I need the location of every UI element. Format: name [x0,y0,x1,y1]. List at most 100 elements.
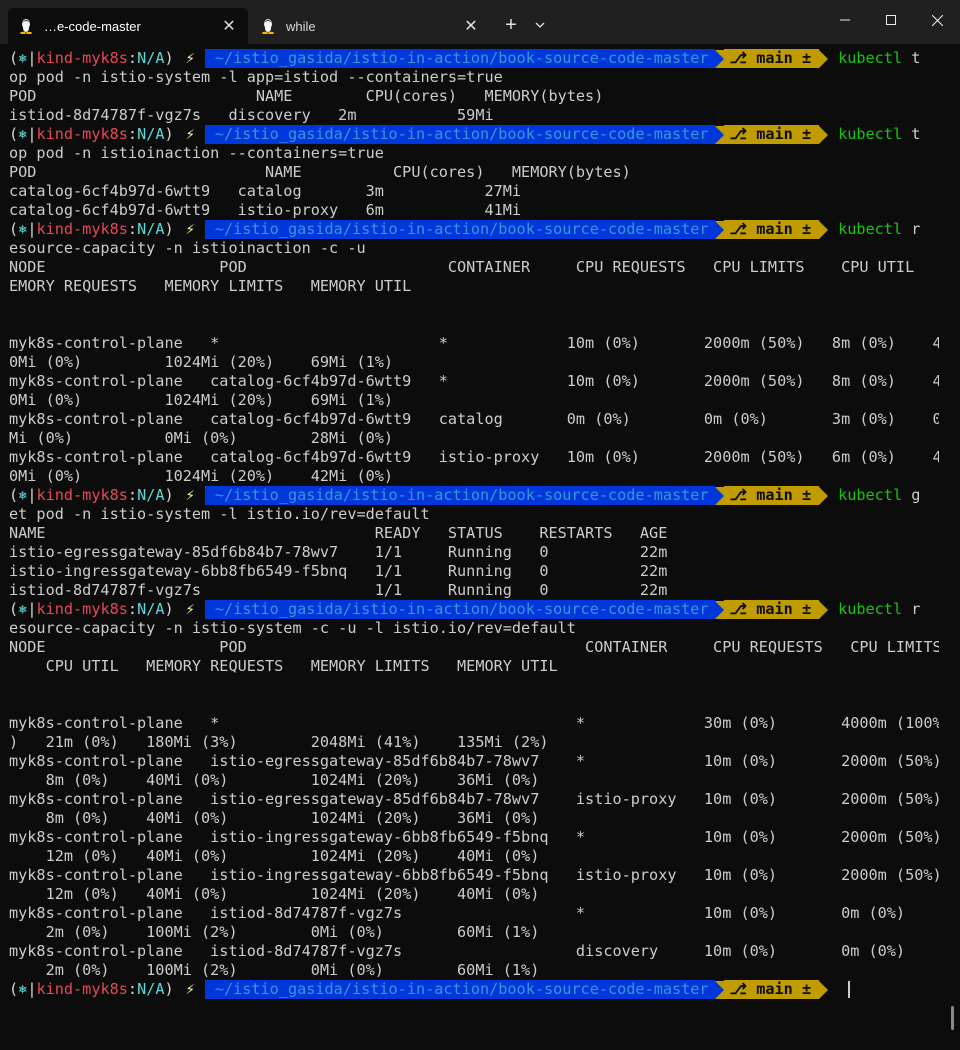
kube-namespace: N/A [137,486,165,504]
git-branch: ⎇ main ± [723,600,820,619]
kube-context: kind-myk8s [36,486,128,504]
current-directory: ~/istio_gasida/istio-in-action/book-sour… [204,486,715,505]
command-name: kubectl [838,220,903,238]
output-line: 0Mi (0%) 1024Mi (20%) 42Mi (0%) [9,467,394,485]
prompt-line: (⎈ | kind-myk8s: N/A) ⚡ ~/istio_gasida/istio-… [9,125,939,144]
prompt-line: (⎈ | kind-myk8s: N/A) ⚡ ~/istio_gasida/istio-… [9,600,939,619]
tab-label: while [286,18,316,34]
kube-context-open: ( [9,49,19,67]
prompt-line: (⎈ | kind-myk8s: N/A) ⚡ ~/istio_gasida/istio-… [9,49,939,68]
tab-inactive[interactable]: while ✕ [250,8,490,44]
output-line: Mi (0%) 0Mi (0%) 28Mi (0%) [9,429,394,447]
output-line: op pod -n istioinaction --containers=tru… [9,144,384,162]
output-line: istio-egressgateway-85df6b84b7-78wv7 1/1… [9,543,668,561]
kube-namespace: N/A [137,49,165,67]
kube-namespace: N/A [137,125,165,143]
prompt-separator: | [27,980,37,998]
close-tab-icon[interactable]: ✕ [460,15,482,37]
powerline-arrow [714,600,724,619]
lightning-icon: ⚡ [185,125,195,143]
output-line: EMORY REQUESTS MEMORY LIMITS MEMORY UTIL [9,277,412,295]
linux-penguin-icon [260,18,276,34]
chevron-down-icon[interactable] [528,12,552,38]
powerline-arrow [819,49,829,68]
output-line: catalog-6cf4b97d-6wtt9 istio-proxy 6m 41… [9,201,522,219]
output-line: CPU UTIL MEMORY REQUESTS MEMORY LIMITS M… [9,657,558,675]
output-line: esource-capacity -n istio-system -c -u -… [9,619,576,637]
prompt-colon: : [127,49,138,67]
prompt-separator: | [27,125,37,143]
kube-context-open: ( [9,486,19,504]
prompt-colon: : [127,486,138,504]
kube-context-close: ) [164,220,174,238]
git-branch: ⎇ main ± [723,980,820,999]
output-line: op pod -n istio-system -l app=istiod --c… [9,68,503,86]
kube-context: kind-myk8s [36,125,128,143]
tab-active[interactable]: …e-code-master ✕ [8,8,248,44]
terminal-output[interactable]: (⎈ | kind-myk8s: N/A) ⚡ ~/istio_gasida/istio-… [9,49,939,999]
output-line: 8m (0%) 40Mi (0%) 1024Mi (20%) 36Mi (0%) [9,809,540,827]
maximize-button[interactable] [868,0,914,40]
lightning-icon: ⚡ [185,220,195,238]
current-directory: ~/istio_gasida/istio-in-action/book-sour… [204,600,715,619]
prompt-line: (⎈ | kind-myk8s: N/A) ⚡ ~/istio_gasida/istio-… [9,220,939,239]
output-line: NAME READY STATUS RESTARTS AGE [9,524,668,542]
output-line: 2m (0%) 100Mi (2%) 0Mi (0%) 60Mi (1%) [9,923,540,941]
output-line: myk8s-control-plane catalog-6cf4b97d-6wt… [9,448,939,466]
output-line: myk8s-control-plane catalog-6cf4b97d-6wt… [9,372,939,390]
output-line: myk8s-control-plane istiod-8d74787f-vgz7… [9,942,906,960]
tab-label: …e-code-master [44,18,141,34]
new-tab-button[interactable]: + [498,12,524,38]
kube-namespace: N/A [137,980,165,998]
lightning-icon: ⚡ [185,980,195,998]
output-line: 12m (0%) 40Mi (0%) 1024Mi (20%) 40Mi (0%… [9,847,540,865]
output-line: myk8s-control-plane istiod-8d74787f-vgz7… [9,904,906,922]
kubernetes-icon: ⎈ [18,600,28,618]
title-bar: …e-code-master ✕ while ✕ + [0,0,960,44]
output-line: myk8s-control-plane istio-ingressgateway… [9,866,939,884]
prompt-colon: : [127,980,138,998]
lightning-icon: ⚡ [185,49,195,67]
lightning-icon: ⚡ [185,600,195,618]
minimize-button[interactable] [822,0,868,40]
current-directory: ~/istio_gasida/istio-in-action/book-sour… [204,49,715,68]
output-line: istiod-8d74787f-vgz7s 1/1 Running 0 22m [9,581,668,599]
scrollbar[interactable] [951,1006,954,1030]
prompt-separator: | [27,600,37,618]
command-name: kubectl [838,486,903,504]
powerline-arrow [714,980,724,999]
kube-context-close: ) [164,125,174,143]
powerline-arrow [714,220,724,239]
current-directory: ~/istio_gasida/istio-in-action/book-sour… [204,220,715,239]
output-line: 0Mi (0%) 1024Mi (20%) 69Mi (1%) [9,391,394,409]
output-line: POD NAME CPU(cores) MEMORY(bytes) [9,163,631,181]
output-line: myk8s-control-plane istio-egressgateway-… [9,752,939,770]
kube-context: kind-myk8s [36,49,128,67]
close-window-button[interactable] [914,0,960,40]
output-line: et pod -n istio-system -l istio.io/rev=d… [9,505,430,523]
output-line: 8m (0%) 40Mi (0%) 1024Mi (20%) 36Mi (0%) [9,771,540,789]
output-line: 2m (0%) 100Mi (2%) 0Mi (0%) 60Mi (1%) [9,961,540,979]
prompt-colon: : [127,220,138,238]
output-line: myk8s-control-plane * * 10m (0%) 2000m (… [9,334,939,352]
output-line: myk8s-control-plane istio-egressgateway-… [9,790,939,808]
prompt-separator: | [27,220,37,238]
command-text: r [902,220,921,238]
output-line: NODE POD CONTAINER CPU REQUESTS CPU LIMI… [9,638,939,656]
prompt-line: (⎈ | kind-myk8s: N/A) ⚡ ~/istio_gasida/istio-… [9,486,939,505]
powerline-arrow [714,49,724,68]
output-line: 12m (0%) 40Mi (0%) 1024Mi (20%) 40Mi (0%… [9,885,540,903]
kube-context-close: ) [164,600,174,618]
prompt-colon: : [127,125,138,143]
prompt-separator: | [27,49,37,67]
output-line: ) 21m (0%) 180Mi (3%) 2048Mi (41%) 135Mi… [9,733,549,751]
prompt-separator: | [27,486,37,504]
kube-context-open: ( [9,980,19,998]
output-line: myk8s-control-plane istio-ingressgateway… [9,828,939,846]
git-branch: ⎇ main ± [723,49,820,68]
current-directory: ~/istio_gasida/istio-in-action/book-sour… [204,980,715,999]
close-tab-icon[interactable]: ✕ [218,15,240,37]
git-branch: ⎇ main ± [723,220,820,239]
